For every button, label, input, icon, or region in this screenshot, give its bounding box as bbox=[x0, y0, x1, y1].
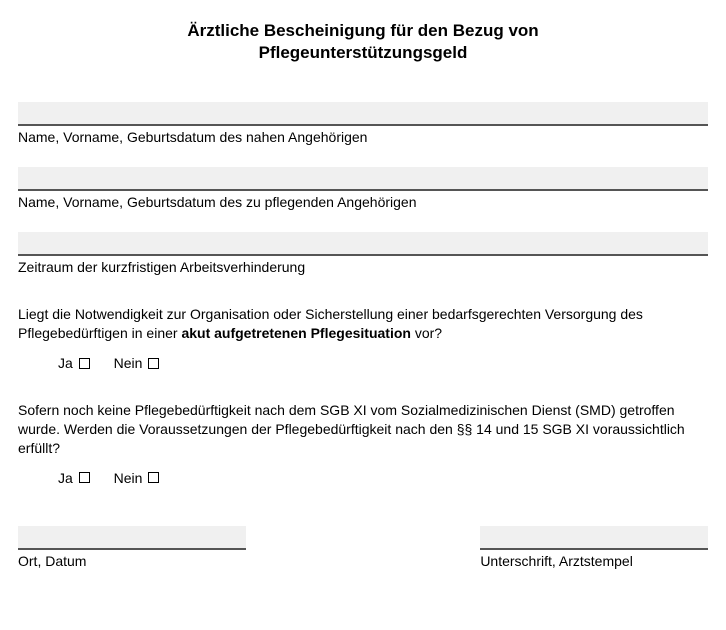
question-1: Liegt die Notwendigkeit zur Organisation… bbox=[18, 305, 708, 343]
checkbox-q1-yes[interactable] bbox=[79, 358, 90, 369]
label-relative: Name, Vorname, Geburtsdatum des nahen An… bbox=[18, 126, 708, 145]
label-yes: Ja bbox=[58, 355, 73, 371]
choice-q1-yes: Ja bbox=[58, 355, 90, 371]
checkbox-q2-yes[interactable] bbox=[79, 472, 90, 483]
input-period[interactable] bbox=[18, 232, 708, 256]
label-no: Nein bbox=[114, 355, 143, 371]
choice-q1-no: Nein bbox=[114, 355, 160, 371]
question-1-post: vor? bbox=[411, 325, 442, 341]
field-period: Zeitraum der kurzfristigen Arbeitsverhin… bbox=[18, 232, 708, 275]
choices-q2: Ja Nein bbox=[18, 470, 708, 486]
label-no: Nein bbox=[114, 470, 143, 486]
title-line2: Pflegeunterstützungsgeld bbox=[259, 43, 468, 62]
sig-place-date: Ort, Datum bbox=[18, 526, 246, 569]
input-care-recipient[interactable] bbox=[18, 167, 708, 191]
label-yes: Ja bbox=[58, 470, 73, 486]
input-place-date[interactable] bbox=[18, 526, 246, 550]
signature-row: Ort, Datum Unterschrift, Arztstempel bbox=[18, 526, 708, 569]
choice-q2-yes: Ja bbox=[58, 470, 90, 486]
input-doctor-signature[interactable] bbox=[480, 526, 708, 550]
sig-doctor: Unterschrift, Arztstempel bbox=[480, 526, 708, 569]
checkbox-q1-no[interactable] bbox=[148, 358, 159, 369]
label-place-date: Ort, Datum bbox=[18, 550, 246, 569]
title-line1: Ärztliche Bescheinigung für den Bezug vo… bbox=[187, 21, 538, 40]
field-care-recipient: Name, Vorname, Geburtsdatum des zu pfleg… bbox=[18, 167, 708, 210]
question-1-bold: akut aufgetretenen Pflegesituation bbox=[181, 325, 410, 341]
checkbox-q2-no[interactable] bbox=[148, 472, 159, 483]
choice-q2-no: Nein bbox=[114, 470, 160, 486]
label-doctor-signature: Unterschrift, Arztstempel bbox=[480, 550, 708, 569]
field-relative: Name, Vorname, Geburtsdatum des nahen An… bbox=[18, 102, 708, 145]
input-relative[interactable] bbox=[18, 102, 708, 126]
form-title: Ärztliche Bescheinigung für den Bezug vo… bbox=[18, 20, 708, 64]
choices-q1: Ja Nein bbox=[18, 355, 708, 371]
question-2: Sofern noch keine Pflegebedürftigkeit na… bbox=[18, 401, 708, 458]
label-period: Zeitraum der kurzfristigen Arbeitsverhin… bbox=[18, 256, 708, 275]
label-care-recipient: Name, Vorname, Geburtsdatum des zu pfleg… bbox=[18, 191, 708, 210]
